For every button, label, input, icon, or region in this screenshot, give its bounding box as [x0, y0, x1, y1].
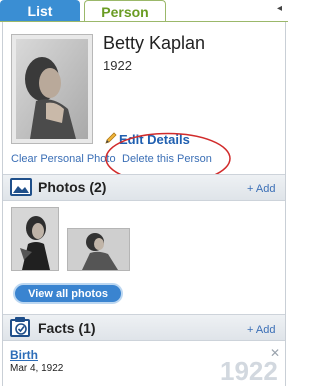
add-photo-link[interactable]: + Add: [247, 183, 275, 195]
delete-person-link[interactable]: Delete this Person: [122, 153, 212, 165]
person-name: Betty Kaplan: [103, 33, 206, 53]
add-fact-link[interactable]: + Add: [247, 324, 275, 336]
clear-personal-photo-link[interactable]: Clear Personal Photo: [11, 153, 116, 165]
photo-thumbnail-image-2: [68, 229, 129, 270]
photo-thumbnail-image-1: [12, 208, 58, 270]
collapse-arrow-icon[interactable]: ◂: [277, 3, 287, 17]
fact-birth-label[interactable]: Birth: [10, 348, 38, 362]
facts-title: Facts (1): [38, 320, 96, 336]
photo-thumbnail[interactable]: [67, 228, 130, 271]
tab-list[interactable]: List: [0, 0, 80, 22]
fact-year-watermark: 1922: [220, 356, 278, 386]
photo-thumbnail[interactable]: [11, 207, 59, 271]
photos-title: Photos (2): [38, 179, 107, 195]
fact-birth-date: Mar 4, 1922: [10, 363, 64, 374]
person-photo[interactable]: [11, 34, 93, 144]
facts-checklist-icon: [10, 317, 30, 337]
pencil-icon[interactable]: [104, 131, 118, 145]
person-year: 1922: [103, 58, 132, 73]
view-all-photos-button[interactable]: View all photos: [13, 283, 123, 304]
edit-details-link[interactable]: Edit Details: [119, 132, 190, 147]
photos-icon: [10, 178, 32, 196]
tab-person[interactable]: Person: [84, 0, 166, 22]
portrait-image: [16, 39, 88, 139]
